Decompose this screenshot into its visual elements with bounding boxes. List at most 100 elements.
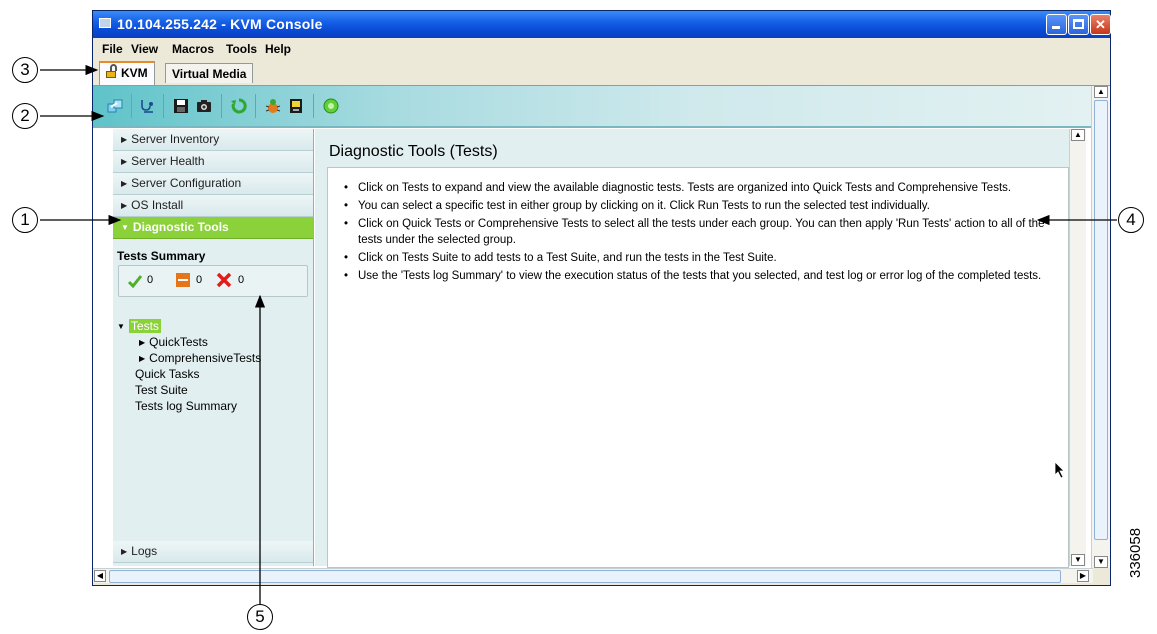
content-area: ▶ Server Inventory ▶ Server Health ▶ Server… — [93, 86, 1091, 568]
tab-strip: KVM Virtual Media — [93, 61, 1110, 86]
maximize-button[interactable] — [1068, 14, 1089, 35]
callout-4: 4 — [1118, 207, 1144, 233]
expand-arrow-icon: ▶ — [121, 179, 128, 188]
tab-kvm-label: KVM — [121, 66, 148, 80]
nav-item-server-configuration[interactable]: ▶ Server Configuration — [113, 173, 313, 195]
minimize-button[interactable] — [1046, 14, 1067, 35]
nav-item-label: Server Inventory — [131, 132, 220, 146]
refresh-icon[interactable] — [231, 98, 247, 114]
collapse-arrow-icon: ▼ — [121, 223, 129, 232]
failed-count: 0 — [238, 274, 245, 286]
expand-arrow-icon: ▶ — [121, 547, 128, 556]
menu-tools[interactable]: Tools — [226, 42, 257, 56]
menu-bar: File View Macros Tools Help — [93, 39, 1110, 59]
toolbar-separator — [313, 94, 314, 118]
callout-3: 3 — [12, 57, 38, 83]
help-content: Click on Tests to expand and view the av… — [327, 167, 1069, 568]
nav-item-label: Diagnostic Tools — [132, 220, 229, 234]
main-panel: Diagnostic Tools (Tests) Click on Tests … — [315, 129, 1069, 568]
help-item: Use the 'Tests log Summary' to view the … — [342, 268, 1062, 284]
tab-virtual-media-label: Virtual Media — [172, 67, 247, 81]
help-item: Click on Quick Tests or Comprehensive Te… — [342, 216, 1062, 248]
scroll-up-icon[interactable]: ▲ — [1071, 129, 1085, 141]
expand-arrow-icon: ▶ — [121, 157, 128, 166]
tests-summary-box: 0 0 0 — [118, 265, 308, 297]
tab-kvm[interactable]: KVM — [99, 61, 155, 85]
nav-item-logs[interactable]: ▶ Logs — [113, 541, 313, 563]
title-bar[interactable]: 10.104.255.242 - KVM Console ✕ — [93, 11, 1111, 38]
passed-count: 0 — [147, 274, 154, 286]
scroll-down-icon[interactable]: ▼ — [1071, 554, 1085, 566]
tree-node-quick-tasks[interactable]: Quick Tasks — [135, 367, 199, 381]
toolbar — [93, 86, 1091, 128]
nav-item-label: Logs — [131, 544, 158, 558]
camera-icon[interactable] — [196, 98, 212, 114]
minimize-icon — [1052, 26, 1060, 29]
tree-node-comprehensive-tests[interactable]: ▶ ComprehensiveTests — [139, 351, 261, 365]
tree-node-label: Tests — [128, 319, 161, 333]
tree-node-label: ComprehensiveTests — [149, 351, 262, 365]
toolbar-separator — [163, 94, 164, 118]
figure-id: 336058 — [1127, 527, 1144, 578]
expand-arrow-icon: ▶ — [139, 354, 146, 363]
toolbar-separator — [131, 94, 132, 118]
expand-arrow-icon: ▶ — [139, 338, 146, 347]
left-navigation: ▶ Server Inventory ▶ Server Health ▶ Server… — [113, 129, 314, 566]
callout-2: 2 — [12, 103, 38, 129]
scrollbar-thumb[interactable] — [1094, 100, 1108, 540]
console-icon — [99, 18, 111, 28]
callout-1: 1 — [12, 207, 38, 233]
power-icon[interactable] — [323, 98, 339, 114]
help-item: You can select a specific test in either… — [342, 198, 1062, 214]
check-icon — [127, 275, 143, 289]
lock-icon — [106, 64, 118, 78]
tree-node-test-suite[interactable]: Test Suite — [135, 383, 188, 397]
toolbar-separator — [255, 94, 256, 118]
in-progress-icon — [176, 273, 190, 287]
battery-icon[interactable] — [288, 98, 304, 114]
tests-summary-title: Tests Summary — [117, 249, 206, 263]
panel-scrollbar[interactable]: ▲ ▼ — [1069, 129, 1086, 566]
kvm-console-window: 10.104.255.242 - KVM Console ✕ File View… — [92, 10, 1111, 586]
tree-node-tests[interactable]: ▼ Tests — [117, 319, 161, 333]
page-title: Diagnostic Tools (Tests) — [329, 143, 498, 160]
menu-help[interactable]: Help — [265, 42, 291, 56]
scrollbar-thumb[interactable] — [109, 570, 1061, 583]
nav-item-label: Server Configuration — [131, 176, 242, 190]
window-vertical-scrollbar[interactable]: ▲ ▼ — [1091, 86, 1110, 568]
failed-icon — [216, 272, 232, 288]
in-progress-count: 0 — [196, 274, 203, 286]
nav-item-os-install[interactable]: ▶ OS Install — [113, 195, 313, 217]
scroll-down-icon[interactable]: ▼ — [1094, 556, 1108, 568]
expand-arrow-icon: ▶ — [121, 201, 128, 210]
toolbar-separator — [221, 94, 222, 118]
connect-icon[interactable] — [107, 98, 123, 114]
nav-item-server-health[interactable]: ▶ Server Health — [113, 151, 313, 173]
scroll-up-icon[interactable]: ▲ — [1094, 86, 1108, 98]
menu-view[interactable]: View — [131, 42, 158, 56]
close-button[interactable]: ✕ — [1090, 14, 1111, 35]
maximize-icon — [1073, 19, 1084, 29]
collapse-arrow-icon: ▼ — [117, 322, 125, 331]
menu-macros[interactable]: Macros — [172, 42, 214, 56]
tab-virtual-media[interactable]: Virtual Media — [165, 63, 254, 83]
mouse-pointer-icon — [1054, 461, 1065, 479]
nav-item-diagnostic-tools[interactable]: ▼ Diagnostic Tools — [113, 217, 313, 239]
help-list: Click on Tests to expand and view the av… — [342, 180, 1062, 286]
window-horizontal-scrollbar[interactable]: ◀ ▶ — [93, 568, 1093, 583]
close-icon: ✕ — [1095, 17, 1106, 32]
tree-node-tests-log-summary[interactable]: Tests log Summary — [135, 399, 237, 413]
tree-node-label: QuickTests — [149, 335, 208, 349]
window-title: 10.104.255.242 - KVM Console — [117, 16, 323, 32]
expand-arrow-icon: ▶ — [121, 135, 128, 144]
scroll-right-icon[interactable]: ▶ — [1077, 570, 1089, 582]
menu-file[interactable]: File — [102, 42, 123, 56]
nav-item-label: Server Health — [131, 154, 205, 168]
tree-node-quick-tests[interactable]: ▶ QuickTests — [139, 335, 208, 349]
save-icon[interactable] — [173, 98, 189, 114]
nav-item-server-inventory[interactable]: ▶ Server Inventory — [113, 129, 313, 151]
scroll-left-icon[interactable]: ◀ — [94, 570, 106, 582]
stethoscope-icon[interactable] — [139, 98, 155, 114]
bug-icon[interactable] — [265, 98, 281, 114]
help-item: Click on Tests Suite to add tests to a T… — [342, 250, 1062, 266]
